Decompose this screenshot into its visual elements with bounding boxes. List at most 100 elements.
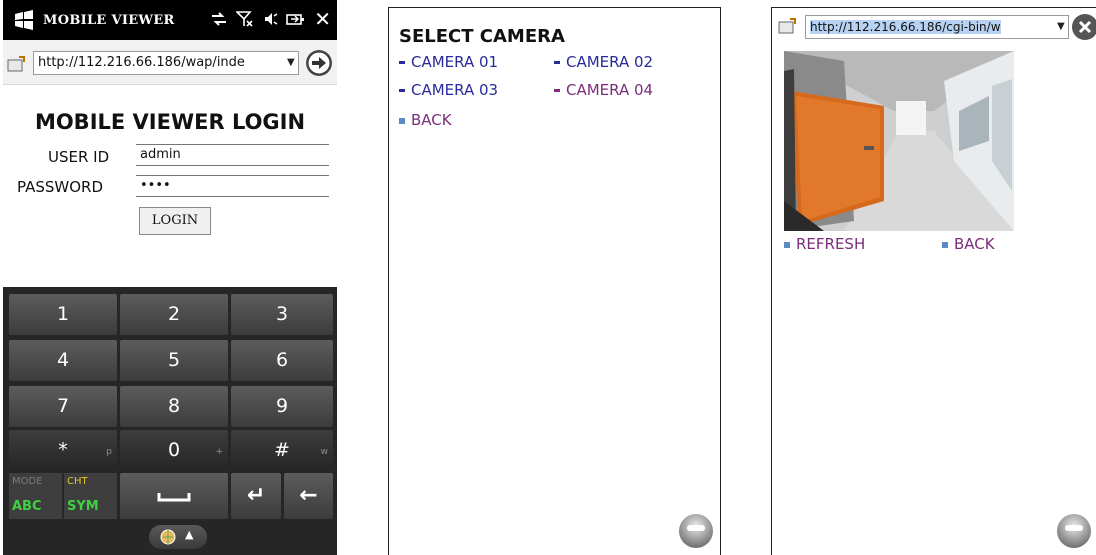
app-title: MOBILE VIEWER <box>43 12 175 28</box>
menu-icon <box>687 525 705 531</box>
bullet-icon <box>784 241 790 248</box>
key-label: * <box>58 439 68 461</box>
key-sublabel: + <box>215 447 223 457</box>
key-label: 2 <box>167 303 181 325</box>
key-label: 6 <box>275 349 289 371</box>
camera-02-link[interactable]: CAMERA 02 <box>554 53 653 71</box>
windows-flag-icon[interactable] <box>13 9 35 31</box>
refresh-label: REFRESH <box>796 235 866 253</box>
menu-icon <box>1065 525 1083 531</box>
back-label: BACK <box>954 235 995 253</box>
mode-abc-button[interactable]: MODE ABC <box>9 473 62 519</box>
key-7[interactable]: 7 <box>9 386 117 427</box>
soft-keypad: 1 2 3 4 5 6 7 8 9 * p 0 + # w MODE ABC CHT … <box>3 287 337 555</box>
space-icon <box>157 493 191 502</box>
globe-icon <box>160 529 176 545</box>
login-heading: MOBILE VIEWER LOGIN <box>34 110 306 134</box>
key-star[interactable]: * p <box>9 430 117 470</box>
bullet-icon <box>399 117 405 124</box>
close-button[interactable] <box>1072 14 1096 40</box>
page-icon <box>7 56 25 72</box>
key-6[interactable]: 6 <box>231 340 333 381</box>
key-label: 8 <box>167 395 181 417</box>
go-button[interactable] <box>306 50 332 76</box>
space-key[interactable] <box>120 473 228 519</box>
camera-label: CAMERA 04 <box>566 81 654 99</box>
key-label: 3 <box>275 303 289 325</box>
key-8[interactable]: 8 <box>120 386 228 427</box>
cht-label: CHT <box>67 476 88 487</box>
back-link[interactable]: BACK <box>942 235 995 253</box>
address-bar: http://112.216.66.186/wap/inde ▼ <box>3 40 337 85</box>
menu-orb-button[interactable] <box>679 514 713 548</box>
bullet-icon <box>554 61 560 64</box>
key-4[interactable]: 4 <box>9 340 117 381</box>
cht-sym-button[interactable]: CHT SYM <box>64 473 117 519</box>
login-screen: MOBILE VIEWER ✕ http://112.216.66.186/wa… <box>3 0 337 555</box>
key-3[interactable]: 3 <box>231 294 333 335</box>
camera-01-link[interactable]: CAMERA 01 <box>399 53 498 71</box>
page-title: SELECT CAMERA <box>399 26 565 47</box>
enter-key[interactable]: ↵ <box>231 473 281 519</box>
address-bar: http://112.216.66.186/cgi-bin/w ▼ <box>772 8 1096 44</box>
key-label: # <box>274 439 290 461</box>
refresh-link[interactable]: REFRESH <box>784 235 865 253</box>
camera-label: CAMERA 03 <box>411 81 499 99</box>
password-input[interactable]: •••• <box>136 175 329 197</box>
input-selector-button[interactable]: ▲ <box>149 525 207 549</box>
bullet-icon <box>399 61 405 64</box>
key-label: 5 <box>167 349 181 371</box>
key-1[interactable]: 1 <box>9 294 117 335</box>
url-text: http://112.216.66.186/cgi-bin/w <box>810 20 1001 34</box>
chevron-down-icon[interactable]: ▼ <box>1057 21 1065 32</box>
key-label: 9 <box>275 395 289 417</box>
caret-up-icon: ▲ <box>185 528 194 541</box>
backspace-icon: ← <box>299 483 318 508</box>
close-icon <box>1078 20 1092 34</box>
url-field[interactable]: http://112.216.66.186/wap/inde <box>33 51 299 75</box>
title-bar: MOBILE VIEWER ✕ <box>3 0 337 40</box>
battery-icon <box>286 14 305 25</box>
key-5[interactable]: 5 <box>120 340 228 381</box>
key-label: 1 <box>56 303 70 325</box>
status-tray: ✕ <box>210 9 331 29</box>
chevron-down-icon[interactable]: ▼ <box>287 57 295 68</box>
backspace-key[interactable]: ← <box>284 473 333 519</box>
user-id-input[interactable]: admin <box>136 144 329 166</box>
mode-switch: MODE ABC CHT SYM <box>9 473 117 519</box>
camera-view-screen: http://112.216.66.186/cgi-bin/w ▼ REFRES… <box>771 7 1096 555</box>
key-0[interactable]: 0 + <box>120 430 228 470</box>
camera-label: CAMERA 01 <box>411 53 499 71</box>
camera-04-link[interactable]: CAMERA 04 <box>554 81 653 99</box>
signal-icon <box>236 11 253 27</box>
select-camera-screen: SELECT CAMERA CAMERA 01 CAMERA 02 CAMERA… <box>388 7 721 555</box>
key-sublabel: w <box>320 447 328 457</box>
key-2[interactable]: 2 <box>120 294 228 335</box>
url-field[interactable]: http://112.216.66.186/cgi-bin/w <box>805 15 1069 39</box>
key-label: 4 <box>56 349 70 371</box>
bullet-icon <box>554 89 560 92</box>
bullet-icon <box>942 241 948 248</box>
key-label: 0 <box>167 439 181 461</box>
close-icon[interactable]: ✕ <box>314 9 331 29</box>
camera-snapshot-image <box>784 51 1014 231</box>
login-button[interactable]: LOGIN <box>139 207 211 235</box>
menu-orb-button[interactable] <box>1057 514 1091 548</box>
camera-03-link[interactable]: CAMERA 03 <box>399 81 498 99</box>
page-icon <box>778 18 796 34</box>
mode-label: MODE <box>12 476 43 487</box>
camera-label: CAMERA 02 <box>566 53 654 71</box>
user-id-label: USER ID <box>48 148 110 166</box>
sym-label: SYM <box>67 499 99 514</box>
network-icon <box>212 12 227 26</box>
arrow-right-icon <box>307 51 331 75</box>
key-hash[interactable]: # w <box>231 430 333 470</box>
volume-icon <box>265 13 278 25</box>
abc-label: ABC <box>12 499 42 514</box>
key-9[interactable]: 9 <box>231 386 333 427</box>
back-label: BACK <box>411 111 452 129</box>
back-link[interactable]: BACK <box>399 111 452 129</box>
bullet-icon <box>399 89 405 92</box>
password-label: PASSWORD <box>17 178 104 196</box>
key-label: 7 <box>56 395 70 417</box>
